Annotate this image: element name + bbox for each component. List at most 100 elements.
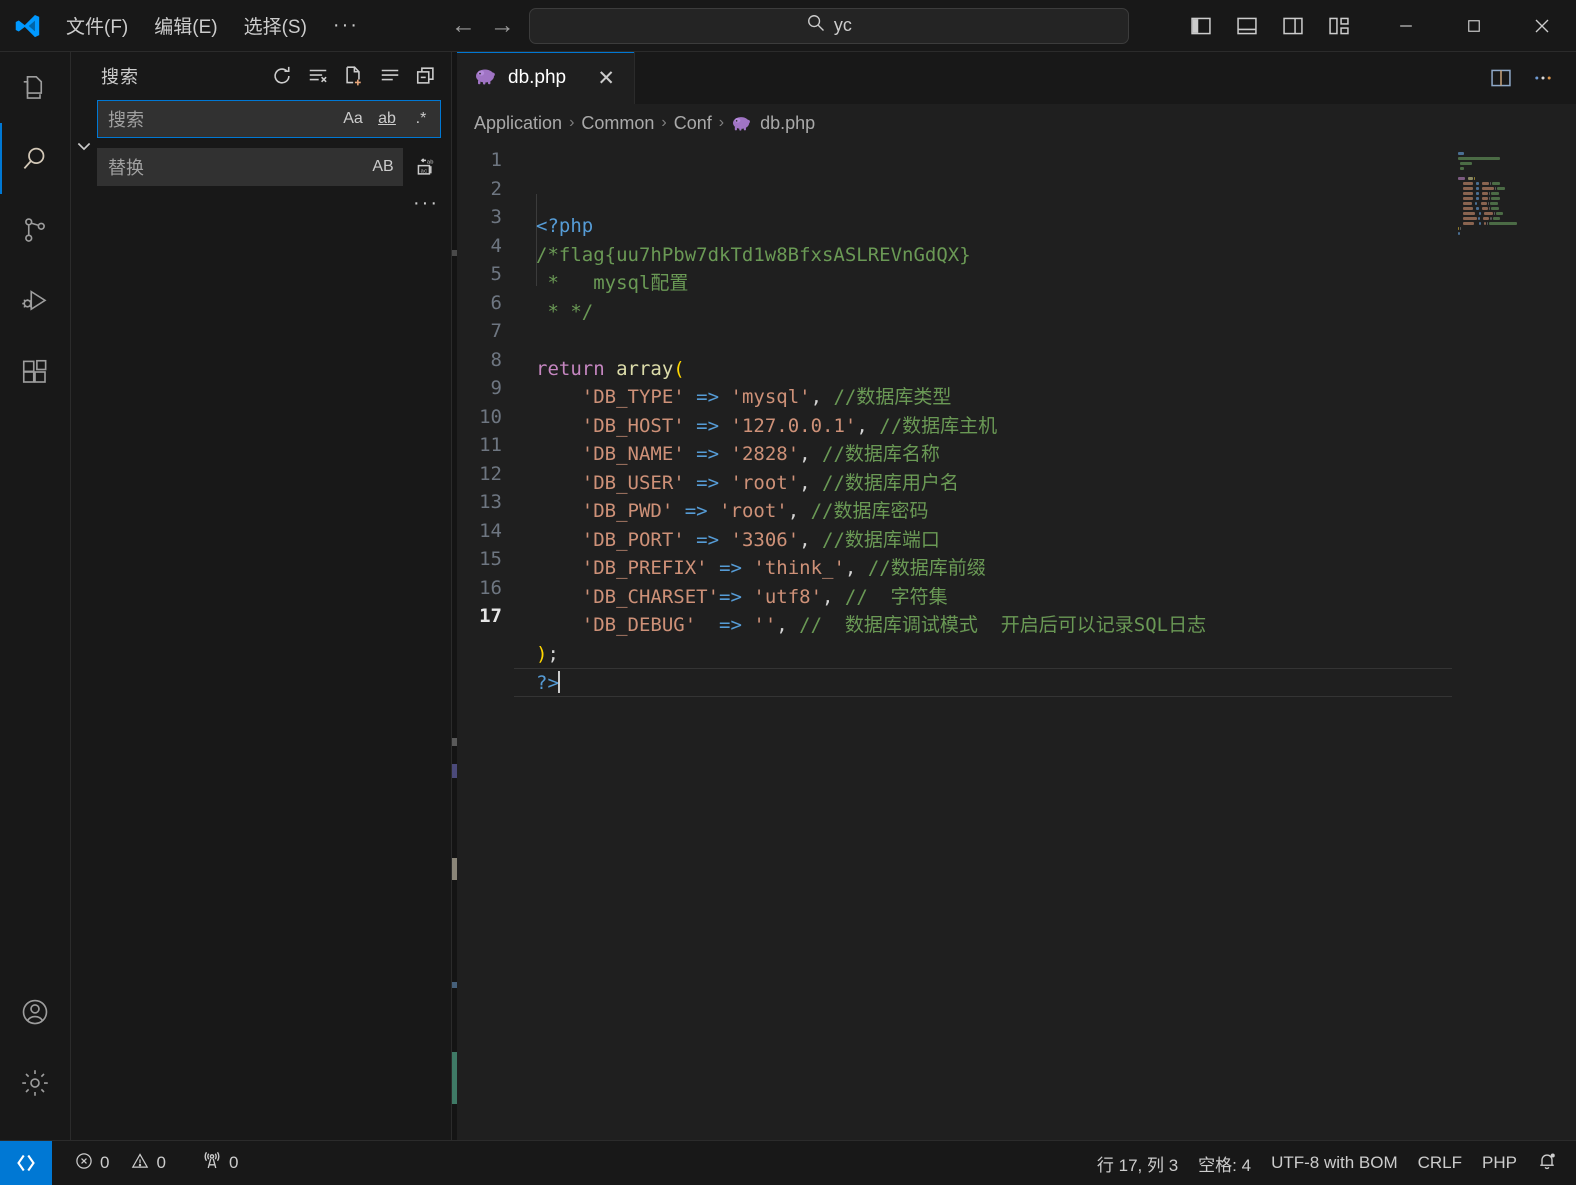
editor-cursor-position[interactable]: 行 17, 列 3 xyxy=(1088,1147,1187,1180)
clear-all-icon[interactable] xyxy=(303,61,333,91)
minimap[interactable] xyxy=(1452,142,1562,1140)
match-case-toggle[interactable]: Aa xyxy=(340,106,366,132)
warning-count: 0 xyxy=(156,1153,166,1172)
warning-icon xyxy=(131,1152,149,1175)
preserve-case-toggle[interactable]: AB xyxy=(370,154,396,180)
menu-selection[interactable]: 选择(S) xyxy=(232,7,319,44)
list-flat-icon[interactable] xyxy=(375,61,405,91)
minimap-line xyxy=(1458,227,1556,231)
code-line-17[interactable]: ?> xyxy=(514,668,1452,697)
ellipsis-icon[interactable] xyxy=(1526,61,1560,95)
svg-text:ab: ab xyxy=(427,159,434,166)
code-line-6[interactable]: return array( xyxy=(514,355,1452,384)
menu-overflow-button[interactable]: ··· xyxy=(321,11,371,40)
code-line-8[interactable]: 'DB_HOST' => '127.0.0.1', //数据库主机 xyxy=(514,412,1452,441)
code-line-14[interactable]: 'DB_CHARSET'=> 'utf8', // 字符集 xyxy=(514,583,1452,612)
breadcrumb-item-1[interactable]: Common xyxy=(581,113,654,134)
code-line-12[interactable]: 'DB_PORT' => '3306', //数据库端口 xyxy=(514,526,1452,555)
activitybar-accounts[interactable] xyxy=(0,976,71,1047)
code-token: , xyxy=(844,557,868,579)
window-minimize-button[interactable] xyxy=(1372,0,1440,52)
minimap-line xyxy=(1458,177,1556,181)
code-token: , xyxy=(799,471,823,494)
code-token: //数据库主机 xyxy=(879,414,998,437)
overview-ruler[interactable] xyxy=(1562,142,1576,1140)
toggle-panel-button[interactable] xyxy=(1230,9,1264,43)
activitybar-explorer[interactable] xyxy=(0,52,71,123)
go-forward-button[interactable]: → xyxy=(490,13,515,38)
replace-input[interactable]: 替换 AB xyxy=(97,148,403,186)
search-input[interactable]: 搜索 Aa ab .* xyxy=(97,100,441,138)
command-center[interactable]: yc xyxy=(528,7,1129,44)
notifications-bell[interactable] xyxy=(1528,1147,1566,1180)
problems-warnings[interactable]: 0 xyxy=(122,1148,174,1179)
activitybar-extensions[interactable] xyxy=(0,336,71,407)
refresh-icon[interactable] xyxy=(267,61,297,91)
window-maximize-button[interactable] xyxy=(1440,0,1508,52)
activitybar-settings[interactable] xyxy=(0,1047,71,1118)
code-line-7[interactable]: 'DB_TYPE' => 'mysql', //数据库类型 xyxy=(514,383,1452,412)
line-number-7: 7 xyxy=(490,320,502,342)
code-line-2[interactable]: /*flag{uu7hPbw7dkTd1w8BfxsASLREVnGdQX} xyxy=(514,241,1452,270)
breadcrumb-item-2[interactable]: Conf xyxy=(674,113,712,134)
customize-layout-button[interactable] xyxy=(1322,9,1356,43)
toggle-primary-sidebar-button[interactable] xyxy=(1184,9,1218,43)
line-number-gutter: 1 2 3 4 5 6 7 8 9 10 11 12 13 14 15 16 17 xyxy=(452,142,514,1140)
tab-db-php[interactable]: db.php ✕ xyxy=(452,52,636,104)
code-token: => xyxy=(719,614,742,636)
breadcrumb-item-0[interactable]: Application xyxy=(474,113,562,134)
tab-close-button[interactable]: ✕ xyxy=(592,66,620,91)
toggle-replace-button[interactable] xyxy=(71,100,97,186)
code-token: 'root' xyxy=(730,471,800,494)
go-back-button[interactable]: ← xyxy=(451,13,476,38)
problems-errors[interactable]: 0 xyxy=(66,1148,118,1179)
code-line-16[interactable]: ); xyxy=(514,640,1452,669)
remote-window-icon[interactable] xyxy=(0,1140,52,1185)
text-cursor xyxy=(557,671,560,693)
code-token: //数据库类型 xyxy=(833,386,952,408)
editor-language-mode[interactable]: PHP xyxy=(1473,1149,1526,1177)
editor-indentation[interactable]: 空格: 4 xyxy=(1189,1147,1260,1180)
replace-all-icon[interactable]: ac ab xyxy=(411,152,441,182)
activitybar-run-debug[interactable] xyxy=(0,265,71,336)
code-content[interactable]: <?php /*flag{uu7hPbw7dkTd1w8BfxsASLREVnGd… xyxy=(514,142,1452,1140)
code-line-10[interactable]: 'DB_USER' => 'root', //数据库用户名 xyxy=(514,469,1452,498)
code-line-5[interactable] xyxy=(514,326,1452,355)
breadcrumb-item-3[interactable]: db.php xyxy=(760,113,815,134)
window-close-button[interactable] xyxy=(1508,0,1576,52)
activitybar-source-control[interactable] xyxy=(0,194,71,265)
code-line-3[interactable]: * mysql配置 xyxy=(514,269,1452,298)
activitybar-search[interactable] xyxy=(0,123,71,194)
editor-encoding[interactable]: UTF-8 with BOM xyxy=(1262,1149,1407,1177)
radio-tower-icon xyxy=(202,1151,222,1176)
search-more-actions-button[interactable]: ··· xyxy=(413,192,439,215)
new-file-icon[interactable] xyxy=(339,61,369,91)
use-regex-toggle[interactable]: .* xyxy=(408,106,434,132)
search-sidebar: 搜索 搜索 Aa ab .* 替换 AB ac ab ··· xyxy=(71,52,452,1140)
ports-forwarded[interactable]: 0 xyxy=(193,1147,247,1180)
code-token: , xyxy=(799,443,823,465)
code-line-4[interactable]: * */ xyxy=(514,298,1452,327)
code-token: //数据库端口 xyxy=(822,528,940,551)
code-line-1[interactable]: <?php xyxy=(514,212,1452,241)
code-token: 'root' xyxy=(719,500,788,522)
menu-edit[interactable]: 编辑(E) xyxy=(142,7,229,44)
split-editor-icon[interactable] xyxy=(1484,61,1518,95)
toggle-secondary-sidebar-button[interactable] xyxy=(1276,9,1310,43)
code-line-9[interactable]: 'DB_NAME' => '2828', //数据库名称 xyxy=(514,440,1452,469)
code-line-11[interactable]: 'DB_PWD' => 'root', //数据库密码 xyxy=(514,497,1452,526)
editor-eol[interactable]: CRLF xyxy=(1409,1149,1471,1177)
match-whole-word-toggle[interactable]: ab xyxy=(374,106,400,132)
code-token: , xyxy=(776,614,800,636)
minimap-line xyxy=(1458,167,1556,171)
code-line-15[interactable]: 'DB_DEBUG' => '', // 数据库调试模式 开启后可以记录SQL日… xyxy=(514,611,1452,640)
collapse-all-icon[interactable] xyxy=(411,61,441,91)
menu-file[interactable]: 文件(F) xyxy=(54,7,140,44)
code-line-13[interactable]: 'DB_PREFIX' => 'think_', //数据库前缀 xyxy=(514,554,1452,583)
navigation-arrows: ← → xyxy=(451,13,515,38)
code-token: ?> xyxy=(536,672,559,694)
